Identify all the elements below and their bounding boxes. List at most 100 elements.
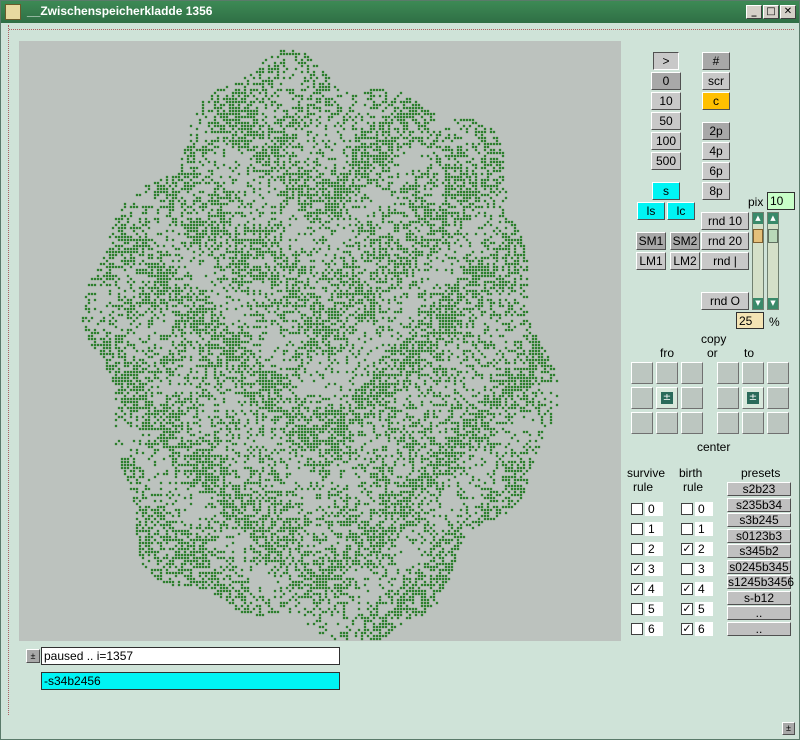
survive-number-label: 6 bbox=[645, 622, 663, 636]
survive-checkbox-4[interactable]: ✓ bbox=[631, 583, 643, 595]
speed-10-button[interactable]: 10 bbox=[651, 92, 681, 110]
maximize-button[interactable]: □ bbox=[763, 5, 779, 19]
preset-button[interactable]: s2b23 bbox=[727, 482, 791, 496]
direction-cell[interactable] bbox=[656, 362, 678, 384]
play-button[interactable]: > bbox=[653, 52, 679, 70]
direction-cell[interactable] bbox=[742, 362, 764, 384]
status-field[interactable]: paused .. i=1357 bbox=[41, 647, 340, 665]
presets-label: presets bbox=[741, 466, 781, 480]
java-app-icon bbox=[5, 4, 21, 20]
preset-button[interactable]: .. bbox=[727, 621, 791, 636]
grid-toggle-button[interactable]: # bbox=[702, 52, 730, 70]
speed-500-button[interactable]: 500 bbox=[651, 152, 681, 170]
direction-cell[interactable] bbox=[717, 412, 739, 434]
status-toggle-button[interactable]: ± bbox=[26, 649, 40, 663]
speed-0-button[interactable]: 0 bbox=[651, 72, 681, 90]
sm2-button[interactable]: SM2 bbox=[670, 232, 700, 250]
survive-number-label: 1 bbox=[645, 522, 663, 536]
vertical-ruler bbox=[3, 25, 9, 715]
scroll-down-icon[interactable]: ▼ bbox=[753, 298, 763, 309]
preset-button[interactable]: s1245b3456 bbox=[727, 575, 794, 589]
scr-button[interactable]: scr bbox=[702, 72, 730, 90]
minimize-button[interactable]: _ bbox=[746, 5, 762, 19]
birth-checkbox-2[interactable]: ✓ bbox=[681, 543, 693, 555]
scroll-down-icon[interactable]: ▼ bbox=[768, 298, 778, 309]
pixel-4-button[interactable]: 4p bbox=[702, 142, 730, 160]
birth-checkbox-6[interactable]: ✓ bbox=[681, 623, 693, 635]
lm2-button[interactable]: LM2 bbox=[670, 252, 700, 270]
pixel-size-slider[interactable]: ▲ ▼ bbox=[767, 212, 779, 310]
center-cell[interactable]: ± bbox=[742, 387, 764, 409]
birth-checkbox-1[interactable] bbox=[681, 523, 693, 535]
rnd-20-button[interactable]: rnd 20 bbox=[701, 232, 749, 250]
direction-cell[interactable] bbox=[681, 362, 703, 384]
percent-field[interactable]: 25 bbox=[736, 312, 764, 329]
birth-checkbox-5[interactable]: ✓ bbox=[681, 603, 693, 615]
slider-thumb[interactable] bbox=[753, 229, 763, 243]
birth-number-label: 4 bbox=[695, 582, 713, 596]
pixel-8-button[interactable]: 8p bbox=[702, 182, 730, 200]
direction-cell[interactable] bbox=[717, 362, 739, 384]
life-grid-canvas[interactable] bbox=[19, 41, 621, 641]
survive-checkbox-0[interactable] bbox=[631, 503, 643, 515]
preset-button[interactable]: s0123b3 bbox=[727, 528, 791, 543]
direction-cell[interactable] bbox=[717, 387, 739, 409]
store-button[interactable]: s bbox=[652, 182, 680, 200]
center-button[interactable]: ± bbox=[661, 392, 673, 404]
direction-cell[interactable] bbox=[767, 412, 789, 434]
center-button[interactable]: ± bbox=[747, 392, 759, 404]
load-store-button[interactable]: ls bbox=[637, 202, 665, 220]
direction-cell[interactable] bbox=[631, 362, 653, 384]
direction-cell[interactable] bbox=[681, 412, 703, 434]
survive-checkbox-6[interactable] bbox=[631, 623, 643, 635]
scroll-up-icon[interactable]: ▲ bbox=[768, 213, 778, 224]
birth-label: birth bbox=[679, 466, 703, 480]
slider-thumb[interactable] bbox=[768, 229, 778, 243]
survive-rule-label: rule bbox=[633, 480, 654, 494]
load-center-button[interactable]: lc bbox=[667, 202, 695, 220]
speed-100-button[interactable]: 100 bbox=[651, 132, 681, 150]
survive-checkbox-5[interactable] bbox=[631, 603, 643, 615]
birth-checkbox-0[interactable] bbox=[681, 503, 693, 515]
copy-to-grid[interactable]: ± bbox=[717, 362, 791, 436]
survive-checkbox-1[interactable] bbox=[631, 523, 643, 535]
rnd-10-button[interactable]: rnd 10 bbox=[701, 212, 749, 230]
rnd-bar-button[interactable]: rnd | bbox=[701, 252, 749, 270]
copy-from-grid[interactable]: ± bbox=[631, 362, 705, 436]
speed-50-button[interactable]: 50 bbox=[651, 112, 681, 130]
survive-checkbox-3[interactable]: ✓ bbox=[631, 563, 643, 575]
birth-checkbox-3[interactable] bbox=[681, 563, 693, 575]
birth-number-label: 2 bbox=[695, 542, 713, 556]
preset-button[interactable]: s345b2 bbox=[727, 544, 791, 558]
direction-cell[interactable] bbox=[631, 412, 653, 434]
survive-checkbox-2[interactable] bbox=[631, 543, 643, 555]
pix-field[interactable]: 10 bbox=[767, 192, 795, 210]
rnd-o-button[interactable]: rnd O bbox=[701, 292, 749, 310]
direction-cell[interactable] bbox=[742, 412, 764, 434]
pixel-2-button[interactable]: 2p bbox=[702, 122, 730, 140]
random-density-slider[interactable]: ▲ ▼ bbox=[752, 212, 764, 310]
direction-cell[interactable] bbox=[767, 387, 789, 409]
preset-button[interactable]: .. bbox=[727, 606, 791, 620]
to-label: to bbox=[744, 346, 755, 360]
direction-cell[interactable] bbox=[681, 387, 703, 409]
lm1-button[interactable]: LM1 bbox=[636, 252, 666, 270]
rule-field[interactable]: -s34b2456 bbox=[41, 672, 340, 690]
app-window: __Zwischenspeicherkladde 1356 _ □ ✕ > 0 … bbox=[0, 0, 800, 740]
clear-button[interactable]: c bbox=[702, 92, 730, 110]
pixel-6-button[interactable]: 6p bbox=[702, 162, 730, 180]
center-cell[interactable]: ± bbox=[656, 387, 678, 409]
sm1-button[interactable]: SM1 bbox=[636, 232, 666, 250]
direction-cell[interactable] bbox=[656, 412, 678, 434]
scroll-up-icon[interactable]: ▲ bbox=[753, 213, 763, 224]
preset-button[interactable]: s3b245 bbox=[727, 513, 791, 527]
close-button[interactable]: ✕ bbox=[780, 5, 796, 19]
corner-button[interactable]: ± bbox=[782, 722, 795, 735]
direction-cell[interactable] bbox=[631, 387, 653, 409]
preset-button[interactable]: s0245b345 bbox=[727, 559, 791, 574]
preset-button[interactable]: s235b34 bbox=[727, 497, 791, 512]
preset-button[interactable]: s-b12 bbox=[727, 590, 791, 605]
survive-label: survive bbox=[627, 466, 666, 480]
direction-cell[interactable] bbox=[767, 362, 789, 384]
birth-checkbox-4[interactable]: ✓ bbox=[681, 583, 693, 595]
